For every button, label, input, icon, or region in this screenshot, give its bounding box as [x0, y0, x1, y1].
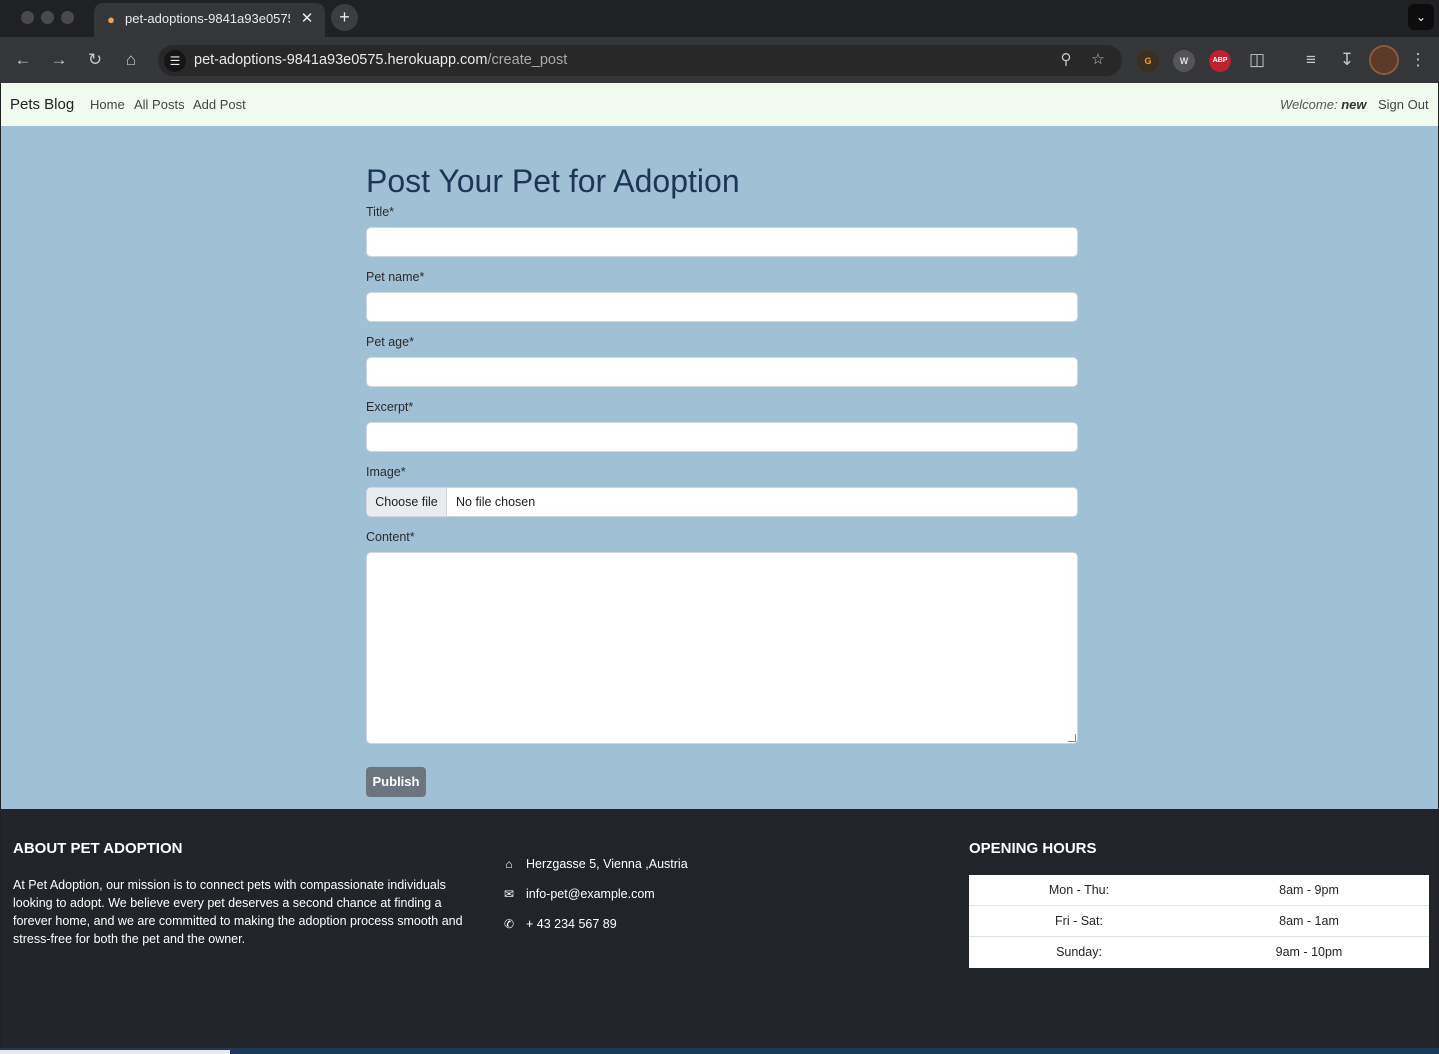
nav-add-post[interactable]: Add Post: [193, 97, 246, 112]
nav-all-posts[interactable]: All Posts: [134, 97, 185, 112]
window-minimize-control[interactable]: [41, 11, 54, 24]
pet-age-label: Pet age*: [366, 335, 414, 349]
dog-favicon-icon: ●: [107, 12, 115, 27]
tab-close-icon[interactable]: ✕: [297, 9, 317, 29]
nav-home[interactable]: Home: [90, 97, 125, 112]
pet-name-input[interactable]: [366, 292, 1078, 322]
about-text: At Pet Adoption, our mission is to conne…: [13, 878, 463, 946]
window-close-control[interactable]: [21, 11, 34, 24]
browser-tab[interactable]: ● pet-adoptions-9841a93e0575 ✕: [94, 3, 325, 37]
hours-day: Fri - Sat:: [1055, 914, 1103, 928]
download-icon[interactable]: ↧: [1335, 48, 1359, 72]
extension-g-icon[interactable]: G: [1137, 50, 1159, 72]
file-status-text: No file chosen: [456, 495, 536, 509]
tab-search-button[interactable]: ⌄: [1408, 4, 1434, 30]
title-label: Title*: [366, 205, 395, 219]
home-icon[interactable]: ⌂: [119, 48, 143, 72]
address-text: Herzgasse 5, Vienna ,Austria: [526, 857, 688, 871]
extension-w-icon[interactable]: W: [1173, 50, 1195, 72]
envelope-icon: ✉: [503, 887, 515, 901]
horizontal-scrollbar[interactable]: [0, 1050, 230, 1054]
bookmark-star-icon[interactable]: ☆: [1087, 49, 1109, 71]
about-heading: ABOUT PET ADOPTION: [13, 840, 183, 857]
phone-icon: ✆: [503, 917, 515, 931]
resize-handle[interactable]: [1068, 734, 1076, 742]
site-footer: ABOUT PET ADOPTION At Pet Adoption, our …: [1, 809, 1438, 1048]
publish-button[interactable]: Publish: [366, 767, 426, 797]
browser-tab-strip: ● pet-adoptions-9841a93e0575 ✕ + ⌄: [0, 0, 1439, 37]
image-label: Image*: [366, 465, 406, 479]
forward-arrow-icon[interactable]: →: [47, 48, 71, 72]
address-row: ⌂ Herzgasse 5, Vienna ,Austria: [502, 857, 688, 871]
site-navbar: Pets Blog Home All Posts Add Post Welcom…: [1, 83, 1438, 126]
address-bar[interactable]: ☰ pet-adoptions-9841a93e0575.herokuapp.c…: [158, 45, 1122, 76]
reload-icon[interactable]: ↻: [83, 48, 107, 72]
new-tab-button[interactable]: +: [331, 4, 358, 31]
url-text[interactable]: pet-adoptions-9841a93e0575.herokuapp.com…: [194, 52, 567, 68]
email-row: ✉ info-pet@example.com: [502, 887, 655, 901]
table-row: Fri - Sat: 8am - 1am: [969, 906, 1429, 937]
extensions-puzzle-icon[interactable]: ◫: [1245, 48, 1269, 72]
opening-hours-table: Mon - Thu: 8am - 9pm Fri - Sat: 8am - 1a…: [969, 875, 1429, 968]
pet-age-input[interactable]: [366, 357, 1078, 387]
pet-name-label: Pet name*: [366, 270, 425, 284]
content-label: Content*: [366, 530, 415, 544]
hours-time: 8am - 1am: [1279, 914, 1339, 928]
window-zoom-control[interactable]: [61, 11, 74, 24]
page-content: Pets Blog Home All Posts Add Post Welcom…: [1, 83, 1438, 1048]
adblock-extension-icon[interactable]: ABP: [1209, 50, 1231, 72]
back-arrow-icon[interactable]: ←: [11, 48, 35, 72]
content-textarea[interactable]: [366, 552, 1078, 744]
hours-day: Mon - Thu:: [1048, 883, 1110, 897]
media-control-icon[interactable]: ≡: [1299, 48, 1323, 72]
phone-row: ✆ + 43 234 567 89: [502, 917, 617, 931]
excerpt-input[interactable]: [366, 422, 1078, 452]
phone-text: + 43 234 567 89: [526, 917, 617, 931]
opening-hours-heading: OPENING HOURS: [969, 840, 1097, 857]
browser-menu-icon[interactable]: ⋮: [1406, 48, 1430, 72]
home-icon: ⌂: [505, 857, 513, 871]
brand-link[interactable]: Pets Blog: [10, 96, 74, 113]
sign-out-link[interactable]: Sign Out: [1378, 97, 1429, 112]
table-row: Mon - Thu: 8am - 9pm: [969, 875, 1429, 906]
hours-time: 8am - 9pm: [1279, 883, 1339, 897]
image-file-input[interactable]: Choose file No file chosen: [366, 487, 1078, 517]
excerpt-label: Excerpt*: [366, 400, 414, 414]
zoom-icon[interactable]: ⚲: [1055, 49, 1077, 71]
choose-file-button[interactable]: Choose file: [367, 488, 447, 516]
page-title: Post Your Pet for Adoption: [366, 163, 740, 199]
profile-avatar[interactable]: [1369, 45, 1399, 75]
welcome-text: Welcome: new: [1280, 97, 1367, 112]
email-text: info-pet@example.com: [526, 887, 655, 901]
title-input[interactable]: [366, 227, 1078, 257]
site-settings-icon[interactable]: ☰: [164, 50, 186, 72]
hours-day: Sunday:: [1056, 945, 1102, 959]
tab-title: pet-adoptions-9841a93e0575: [125, 11, 290, 26]
hours-time: 9am - 10pm: [1275, 945, 1343, 959]
table-row: Sunday: 9am - 10pm: [969, 937, 1429, 968]
